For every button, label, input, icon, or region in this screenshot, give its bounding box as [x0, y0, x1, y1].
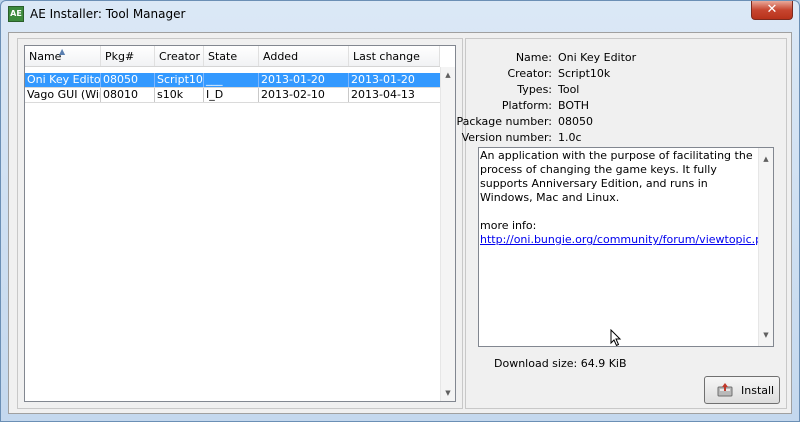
detail-name: Oni Key Editor	[558, 51, 637, 64]
package-table[interactable]: Name ▲ Pkg# Creator State Added Last cha…	[24, 45, 456, 402]
install-label: Install	[741, 384, 775, 397]
column-header-last-change[interactable]: Last change	[349, 46, 440, 66]
close-icon: ✕	[766, 2, 778, 17]
cell-added: 2013-01-20	[259, 73, 349, 87]
install-button[interactable]: Install	[704, 376, 780, 404]
title-bar[interactable]: AE AE Installer: Tool Manager ✕	[1, 1, 799, 27]
sort-ascending-icon: ▲	[59, 47, 66, 56]
column-header-pkg[interactable]: Pkg#	[101, 46, 155, 66]
cell-added: 2013-02-10	[259, 88, 349, 102]
description-scrollbar[interactable]: ▲ ▼	[758, 148, 773, 346]
description-text: An application with the purpose of facil…	[480, 149, 753, 204]
table-scrollbar[interactable]: ▲ ▼	[440, 67, 455, 401]
detail-creator: Script10k	[558, 67, 611, 80]
window-title: AE Installer: Tool Manager	[30, 7, 186, 21]
app-icon: AE	[8, 6, 24, 22]
scroll-up-icon[interactable]: ▲	[759, 152, 773, 166]
column-header-creator[interactable]: Creator	[155, 46, 204, 66]
detail-label: Package number:	[456, 115, 552, 128]
cell-last-change: 2013-01-20	[351, 73, 415, 86]
scroll-down-icon[interactable]: ▼	[441, 389, 455, 397]
detail-types: Tool	[558, 83, 580, 96]
cell-creator: s10k	[155, 88, 204, 102]
cell-state: I_D	[204, 88, 259, 102]
install-icon	[717, 383, 733, 397]
client-area: Name ▲ Pkg# Creator State Added Last cha…	[8, 32, 792, 414]
detail-platform-row: Platform: BOTH	[466, 99, 786, 115]
description-box[interactable]: An application with the purpose of facil…	[478, 147, 774, 347]
column-header-state[interactable]: State	[204, 46, 259, 66]
download-size-value: 64.9 KiB	[580, 357, 627, 370]
cell-name: Oni Key Editor	[27, 73, 101, 87]
column-header-name[interactable]: Name ▲	[25, 46, 101, 66]
row-divider	[25, 102, 440, 103]
scroll-up-icon[interactable]: ▲	[441, 71, 455, 79]
cell-creator: Script10k	[157, 73, 204, 87]
download-size-label: Download size:	[494, 357, 578, 370]
download-size: Download size: 64.9 KiB	[494, 357, 627, 370]
more-info-link[interactable]: http://oni.bungie.org/community/forum/vi…	[480, 233, 773, 246]
detail-label: Version number:	[461, 131, 552, 144]
detail-types-row: Types: Tool	[466, 83, 786, 99]
close-button[interactable]: ✕	[751, 1, 793, 20]
detail-label: Name:	[515, 51, 552, 64]
cell-pkg: 08050	[101, 73, 155, 87]
package-list-panel: Name ▲ Pkg# Creator State Added Last cha…	[17, 38, 463, 409]
detail-name-row: Name: Oni Key Editor	[466, 51, 786, 67]
mouse-cursor-icon	[610, 329, 622, 347]
app-window: AE AE Installer: Tool Manager ✕ Name ▲ P…	[0, 0, 800, 422]
detail-label: Creator:	[507, 67, 552, 80]
detail-package-row: Package number: 08050	[456, 115, 786, 131]
table-header: Name ▲ Pkg# Creator State Added Last cha…	[25, 46, 440, 67]
column-header-added[interactable]: Added	[259, 46, 349, 66]
detail-creator-row: Creator: Script10k	[466, 67, 786, 83]
detail-label: Types:	[517, 83, 552, 96]
detail-package: 08050	[558, 115, 593, 128]
detail-platform: BOTH	[558, 99, 590, 112]
detail-label: Platform:	[501, 99, 552, 112]
details-panel: Name: Oni Key Editor Creator: Script10k …	[456, 38, 787, 409]
more-info-label: more info:	[480, 219, 537, 232]
table-row[interactable]: Vago GUI (Win) 08010 s10k I_D 2013-02-10…	[25, 88, 440, 102]
cell-last-change: 2013-04-13	[351, 88, 415, 101]
detail-version-row: Version number: 1.0c	[462, 131, 786, 147]
cell-state: ___	[204, 73, 259, 87]
scroll-down-icon[interactable]: ▼	[759, 328, 773, 342]
detail-version: 1.0c	[558, 131, 582, 144]
cell-pkg: 08010	[101, 88, 155, 102]
table-row[interactable]: Oni Key Editor 08050 Script10k ___ 2013-…	[25, 73, 440, 87]
cell-name: Vago GUI (Win)	[25, 88, 101, 102]
